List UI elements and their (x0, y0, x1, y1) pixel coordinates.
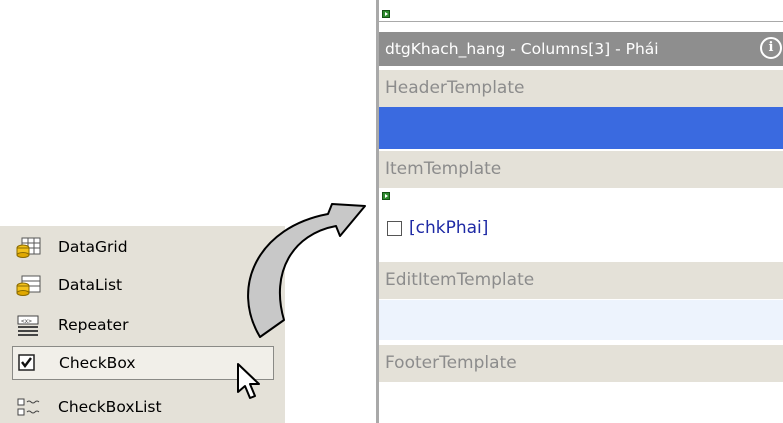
smart-tag-icon[interactable] (382, 10, 390, 18)
datagrid-icon (16, 236, 44, 258)
toolbox-item-label: DataList (58, 276, 123, 294)
edit-item-template-area[interactable] (379, 300, 783, 340)
header-template-area[interactable] (379, 107, 783, 149)
toolbox-item-checkbox[interactable]: CheckBox (12, 346, 274, 380)
svg-text:<x>: <x> (21, 318, 32, 325)
checkbox-icon (17, 352, 45, 374)
item-template-area[interactable]: [chkPhai] (379, 188, 783, 258)
drag-arrow-icon (247, 203, 366, 338)
editor-top-divider (379, 21, 783, 22)
footer-template-label: FooterTemplate (379, 345, 783, 382)
header-template-label: HeaderTemplate (379, 70, 783, 107)
checkboxlist-icon (16, 396, 44, 418)
edit-item-template-label: EditItemTemplate (379, 262, 783, 299)
footer-template-area[interactable] (379, 384, 783, 423)
toolbox-item-label: CheckBox (59, 354, 136, 372)
item-smart-tag-icon[interactable] (382, 192, 390, 200)
item-template-label: ItemTemplate (379, 151, 783, 188)
checkbox-square-icon[interactable] (387, 220, 402, 236)
repeater-icon: <x> (16, 314, 44, 336)
editor-title: dtgKhach_hang - Columns[3] - Phái (385, 40, 659, 58)
info-icon[interactable]: i (760, 37, 782, 59)
template-editor: dtgKhach_hang - Columns[3] - Phái i Head… (376, 0, 783, 423)
checkbox-label: [chkPhai] (409, 218, 489, 238)
editor-title-bar: dtgKhach_hang - Columns[3] - Phái i (379, 32, 783, 66)
toolbox-item-label: DataGrid (58, 238, 128, 256)
toolbox-item-label: CheckBoxList (58, 398, 162, 416)
chkphai-checkbox[interactable]: [chkPhai] (387, 218, 488, 238)
toolbox-item-label: Repeater (58, 316, 129, 334)
datalist-icon (16, 274, 44, 296)
mouse-cursor-icon (237, 363, 260, 399)
